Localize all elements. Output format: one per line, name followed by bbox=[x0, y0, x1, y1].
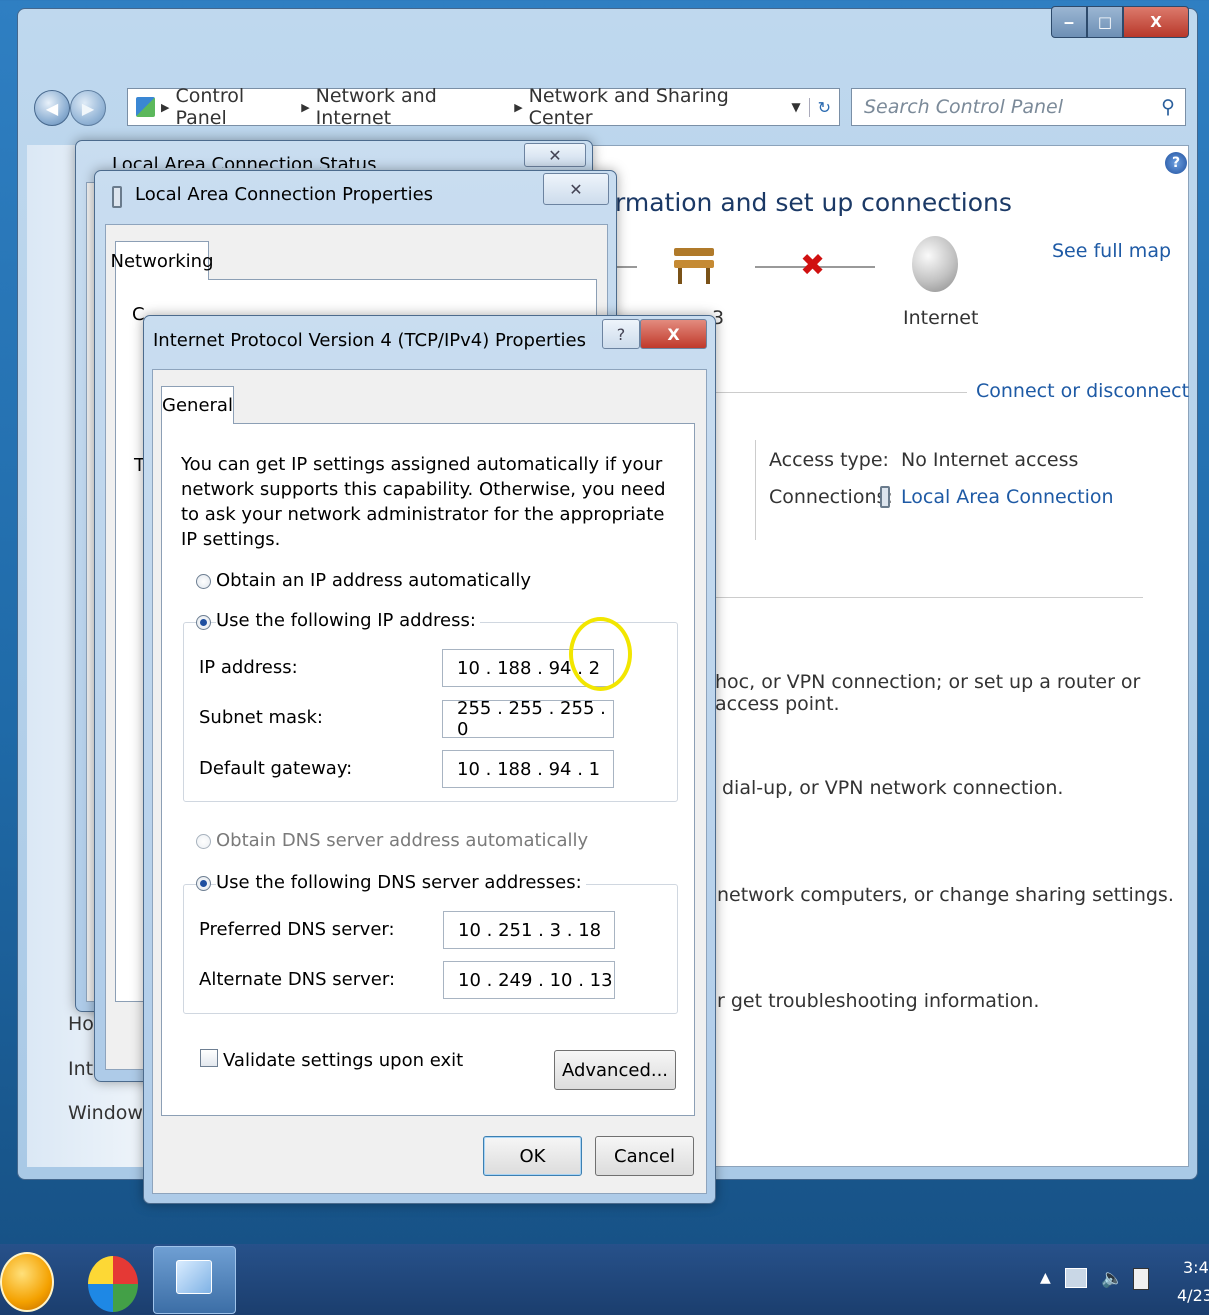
section-divider-2 bbox=[715, 597, 1143, 598]
preferred-dns-field[interactable]: 10 . 251 . 3 . 18 bbox=[443, 911, 615, 949]
connect-or-disconnect-link[interactable]: Connect or disconnect bbox=[976, 380, 1189, 402]
access-type-label: Access type: bbox=[769, 449, 889, 471]
breadcrumb-network-sharing-center[interactable]: Network and Sharing Center bbox=[523, 85, 792, 129]
search-icon[interactable]: ⚲ bbox=[1161, 96, 1175, 118]
task-setup-connection-text: hoc, or VPN connection; or set up a rout… bbox=[715, 671, 1141, 715]
default-gateway-label: Default gateway: bbox=[199, 758, 353, 779]
minimize-button[interactable]: ‒ bbox=[1051, 6, 1087, 38]
network-tray-icon[interactable] bbox=[1065, 1268, 1087, 1288]
map-line-left bbox=[615, 266, 637, 268]
flag-action-center-icon[interactable] bbox=[1133, 1268, 1149, 1290]
search-placeholder: Search Control Panel bbox=[864, 96, 1063, 118]
show-hidden-icons-arrow[interactable]: ▲ bbox=[1040, 1270, 1051, 1286]
pinwheel-app-icon[interactable] bbox=[88, 1256, 138, 1312]
page-heading: rmation and set up connections bbox=[615, 188, 1012, 217]
use-following-ip-radio[interactable] bbox=[196, 615, 211, 630]
properties-dialog-title: Local Area Connection Properties bbox=[135, 184, 434, 205]
status-dialog-close-button[interactable]: ✕ bbox=[524, 143, 586, 167]
vertical-divider bbox=[755, 440, 756, 540]
ok-button[interactable]: OK bbox=[483, 1136, 582, 1176]
back-button[interactable]: ◀ bbox=[34, 90, 70, 126]
section-divider bbox=[715, 392, 967, 393]
obtain-dns-auto-radio[interactable] bbox=[196, 834, 211, 849]
left-nav-windows-firewall[interactable]: Windows bbox=[68, 1102, 153, 1124]
tab-general[interactable]: General bbox=[161, 386, 234, 424]
task-troubleshoot-text: r get troubleshooting information. bbox=[717, 990, 1040, 1012]
start-orb-icon[interactable] bbox=[0, 1252, 54, 1312]
validate-label[interactable]: Validate settings upon exit bbox=[223, 1050, 463, 1071]
ipv4-close-button[interactable]: X bbox=[640, 319, 707, 349]
validate-checkbox[interactable] bbox=[200, 1049, 218, 1067]
access-type-value: No Internet access bbox=[901, 449, 1079, 471]
chevron-right-icon: ▶ bbox=[514, 100, 523, 114]
ipv4-dialog-title: Internet Protocol Version 4 (TCP/IPv4) P… bbox=[153, 330, 586, 351]
ipv4-intro-text: You can get IP settings assigned automat… bbox=[181, 454, 666, 550]
breadcrumb-network-and-internet[interactable]: Network and Internet bbox=[310, 85, 515, 129]
close-window-button[interactable]: X bbox=[1123, 6, 1189, 38]
bench-icon bbox=[670, 242, 718, 288]
breadcrumb-control-panel[interactable]: Control Panel bbox=[169, 85, 301, 129]
task-connect-network-text: dial-up, or VPN network connection. bbox=[722, 777, 1064, 799]
network-adapter-icon bbox=[880, 486, 890, 508]
clock-time[interactable]: 3:44 bbox=[1183, 1258, 1209, 1277]
chevron-right-icon: ▶ bbox=[161, 100, 170, 114]
no-connection-x-icon: ✖ bbox=[800, 248, 826, 283]
internet-label: Internet bbox=[903, 307, 979, 329]
alternate-dns-label: Alternate DNS server: bbox=[199, 969, 396, 990]
preferred-dns-label: Preferred DNS server: bbox=[199, 919, 395, 940]
address-bar[interactable]: ▶ Control Panel ▶ Network and Internet ▶… bbox=[127, 85, 840, 129]
cancel-button[interactable]: Cancel bbox=[595, 1136, 694, 1176]
volume-muted-icon[interactable]: 🔈 bbox=[1101, 1268, 1123, 1289]
use-following-dns-label[interactable]: Use the following DNS server addresses: bbox=[216, 872, 586, 893]
refresh-icon[interactable]: ↻ bbox=[808, 97, 839, 117]
advanced-button[interactable]: Advanced... bbox=[554, 1050, 676, 1090]
subnet-mask-label: Subnet mask: bbox=[199, 707, 323, 728]
ipv4-help-button[interactable]: ? bbox=[602, 319, 640, 349]
chevron-right-icon: ▶ bbox=[301, 100, 310, 114]
tab-networking[interactable]: Networking bbox=[111, 241, 214, 280]
search-input[interactable]: Search Control Panel ⚲ bbox=[851, 88, 1186, 126]
alternate-dns-field[interactable]: 10 . 249 . 10 . 13 bbox=[443, 961, 615, 999]
obtain-ip-auto-label[interactable]: Obtain an IP address automatically bbox=[216, 570, 531, 591]
task-homegroup-sharing-text: network computers, or change sharing set… bbox=[717, 884, 1174, 906]
control-panel-taskbar-icon bbox=[176, 1260, 212, 1294]
highlight-circle-annotation bbox=[569, 617, 632, 691]
see-full-map-link[interactable]: See full map bbox=[1052, 240, 1171, 262]
help-icon[interactable]: ? bbox=[1165, 152, 1187, 174]
status-dialog-title: Local Area Connection Status bbox=[112, 154, 377, 168]
properties-dialog-close-button[interactable]: ✕ bbox=[543, 173, 609, 205]
clock-date[interactable]: 4/23 bbox=[1177, 1286, 1209, 1305]
maximize-button[interactable]: □ bbox=[1087, 6, 1123, 38]
internet-globe-icon bbox=[912, 236, 958, 292]
use-following-dns-radio[interactable] bbox=[196, 876, 211, 891]
control-panel-icon bbox=[136, 97, 155, 117]
forward-button[interactable]: ▶ bbox=[70, 90, 106, 126]
local-area-connection-link[interactable]: Local Area Connection bbox=[901, 486, 1114, 508]
dropdown-arrow-icon[interactable]: ▼ bbox=[791, 100, 800, 114]
ip-address-label: IP address: bbox=[199, 657, 298, 678]
network-adapter-icon bbox=[112, 186, 122, 208]
default-gateway-field[interactable]: 10 . 188 . 94 . 1 bbox=[442, 750, 614, 788]
subnet-mask-field[interactable]: 255 . 255 . 255 . 0 bbox=[442, 698, 614, 740]
obtain-dns-auto-label[interactable]: Obtain DNS server address automatically bbox=[216, 830, 588, 851]
obtain-ip-auto-radio[interactable] bbox=[196, 574, 211, 589]
use-following-ip-label[interactable]: Use the following IP address: bbox=[216, 610, 480, 631]
connections-label: Connections: bbox=[769, 486, 893, 508]
